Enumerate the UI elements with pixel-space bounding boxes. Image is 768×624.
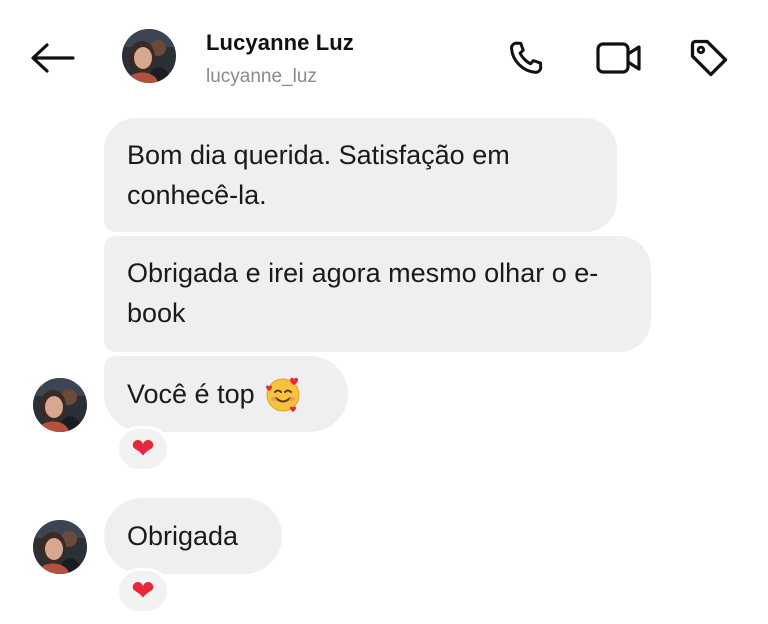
message-text: Obrigada e irei agora mesmo olhar o e-bo… [127, 258, 599, 328]
phone-icon [509, 41, 543, 74]
heart-icon: ❤ [131, 574, 155, 607]
message-text: Você é top [127, 379, 255, 409]
heart-reaction[interactable]: ❤ [116, 426, 170, 472]
message-bubble[interactable]: Bom dia querida. Satisfação em conhecê-l… [104, 118, 617, 232]
message-bubble[interactable]: Obrigada e irei agora mesmo olhar o e-bo… [104, 236, 651, 352]
avatar[interactable] [122, 29, 176, 83]
avatar[interactable] [33, 520, 87, 574]
message-bubble[interactable]: Você é top [104, 356, 348, 432]
message-bubble[interactable]: Obrigada [104, 498, 282, 574]
call-button[interactable] [502, 34, 550, 82]
contact-name: Lucyanne Luz [206, 30, 354, 55]
tag-button[interactable] [685, 34, 733, 82]
contact-info[interactable]: Lucyanne Luz lucyanne_luz [206, 30, 354, 88]
chat-header: Lucyanne Luz lucyanne_luz [0, 0, 768, 110]
back-button[interactable] [26, 36, 78, 80]
heart-reaction[interactable]: ❤ [116, 568, 170, 614]
video-camera-icon [596, 42, 641, 74]
tag-icon [690, 39, 728, 77]
contact-handle: lucyanne_luz [206, 66, 317, 87]
heart-icon: ❤ [131, 432, 155, 465]
smiling-face-with-hearts-icon [265, 377, 300, 412]
message-text: Obrigada [127, 521, 239, 551]
video-call-button[interactable] [595, 34, 643, 82]
arrow-left-icon [31, 43, 75, 73]
message-text: Bom dia querida. Satisfação em conhecê-l… [127, 140, 510, 210]
avatar[interactable] [33, 378, 87, 432]
